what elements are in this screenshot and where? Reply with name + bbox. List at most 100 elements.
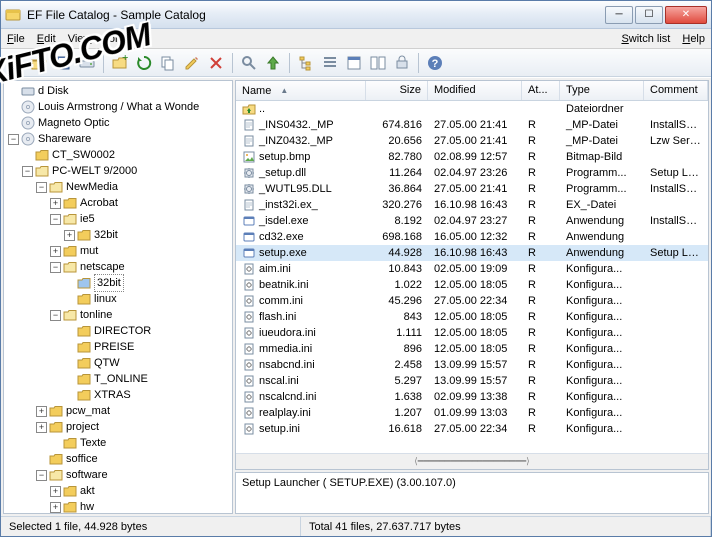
tree-node[interactable]: QTW xyxy=(8,355,232,371)
expand-icon[interactable]: + xyxy=(50,502,61,513)
tree-node[interactable]: d Disk xyxy=(8,83,232,99)
col-type[interactable]: Type xyxy=(560,81,644,100)
tree-icon[interactable] xyxy=(296,53,316,73)
menu-switch-list[interactable]: Switch list xyxy=(621,33,670,45)
file-row[interactable]: iueudora.ini1.11112.05.00 18:05RKonfigur… xyxy=(236,325,708,341)
menu-help[interactable]: Help xyxy=(682,33,705,45)
expand-icon[interactable]: + xyxy=(64,230,75,241)
collapse-icon[interactable]: − xyxy=(50,214,61,225)
list-icon[interactable] xyxy=(320,53,340,73)
collapse-icon[interactable]: − xyxy=(36,470,47,481)
open-icon[interactable] xyxy=(29,53,49,73)
file-row[interactable]: aim.ini10.84302.05.00 19:09RKonfigura... xyxy=(236,261,708,277)
close-button[interactable]: ✕ xyxy=(665,6,707,24)
expand-icon[interactable]: + xyxy=(36,406,47,417)
tree-node[interactable]: −netscape xyxy=(8,259,232,275)
floppy-icon[interactable] xyxy=(53,53,73,73)
expand-icon[interactable]: + xyxy=(36,422,47,433)
new-catalog-icon[interactable] xyxy=(5,53,25,73)
file-row[interactable]: nsabcnd.ini2.45813.09.99 15:57RKonfigura… xyxy=(236,357,708,373)
tree-node[interactable]: −Shareware xyxy=(8,131,232,147)
file-row[interactable]: realplay.ini1.20701.09.99 13:03RKonfigur… xyxy=(236,405,708,421)
horizontal-scrollbar[interactable]: ⟨━━━━━━━━━━━━━━━━━━━━⟩ xyxy=(236,453,708,469)
col-attributes[interactable]: At... xyxy=(522,81,560,100)
tree-panel[interactable]: d DiskLouis Armstrong / What a WondeMagn… xyxy=(3,80,233,514)
file-row[interactable]: nscalcnd.ini1.63802.09.99 13:38RKonfigur… xyxy=(236,389,708,405)
settings-icon[interactable] xyxy=(392,53,412,73)
tree-node[interactable]: Texte xyxy=(8,435,232,451)
delete-icon[interactable] xyxy=(206,53,226,73)
collapse-icon[interactable]: − xyxy=(22,166,33,177)
col-comment[interactable]: Comment xyxy=(644,81,708,100)
file-row[interactable]: cd32.exe698.16816.05.00 12:32RAnwendung xyxy=(236,229,708,245)
menu-options[interactable]: tions xyxy=(103,33,126,45)
file-row[interactable]: _setup.dll11.26402.04.97 23:26RProgramm.… xyxy=(236,165,708,181)
col-name[interactable]: Name▲ xyxy=(236,81,366,100)
tree-node[interactable]: linux xyxy=(8,291,232,307)
folder-icon xyxy=(63,436,77,450)
collapse-icon[interactable]: − xyxy=(50,262,61,273)
tree-node[interactable]: +project xyxy=(8,419,232,435)
view1-icon[interactable] xyxy=(344,53,364,73)
add-folder-icon[interactable]: + xyxy=(110,53,130,73)
expand-icon[interactable]: + xyxy=(50,198,61,209)
tree-node[interactable]: +mut xyxy=(8,243,232,259)
tree-node[interactable]: 32bit xyxy=(8,275,232,291)
collapse-icon[interactable]: − xyxy=(50,310,61,321)
collapse-icon[interactable]: − xyxy=(8,134,19,145)
collapse-icon[interactable]: − xyxy=(36,182,47,193)
edit-icon[interactable] xyxy=(182,53,202,73)
menu-edit[interactable]: Edit xyxy=(37,33,56,45)
tree-node[interactable]: +hw xyxy=(8,499,232,514)
tree-node[interactable]: T_ONLINE xyxy=(8,371,232,387)
drive-icon[interactable] xyxy=(77,53,97,73)
tree-node[interactable]: +32bit xyxy=(8,227,232,243)
view2-icon[interactable] xyxy=(368,53,388,73)
tree-node[interactable]: +akt xyxy=(8,483,232,499)
menu-file[interactable]: File xyxy=(7,33,25,45)
tree-node[interactable]: −software xyxy=(8,467,232,483)
file-row[interactable]: mmedia.ini89612.05.00 18:05RKonfigura... xyxy=(236,341,708,357)
expand-icon[interactable]: + xyxy=(50,246,61,257)
minimize-button[interactable]: ─ xyxy=(605,6,633,24)
tree-node[interactable]: −ie5 xyxy=(8,211,232,227)
tree-node[interactable]: PREISE xyxy=(8,339,232,355)
tree-node[interactable]: −tonline xyxy=(8,307,232,323)
tree-node[interactable]: XTRAS xyxy=(8,387,232,403)
tree-node[interactable]: DIRECTOR xyxy=(8,323,232,339)
file-row[interactable]: comm.ini45.29627.05.00 22:34RKonfigura..… xyxy=(236,293,708,309)
tree-node[interactable]: +Acrobat xyxy=(8,195,232,211)
expand-icon[interactable]: + xyxy=(50,486,61,497)
file-row[interactable]: setup.exe44.92816.10.98 16:43RAnwendungS… xyxy=(236,245,708,261)
menu-view[interactable]: View xyxy=(68,33,92,45)
file-row[interactable]: setup.bmp82.78002.08.99 12:57RBitmap-Bil… xyxy=(236,149,708,165)
file-row[interactable]: flash.ini84312.05.00 18:05RKonfigura... xyxy=(236,309,708,325)
tree-node[interactable]: +pcw_mat xyxy=(8,403,232,419)
refresh-icon[interactable] xyxy=(134,53,154,73)
maximize-button[interactable]: ☐ xyxy=(635,6,663,24)
file-row[interactable]: ..Dateiordner xyxy=(236,101,708,117)
tree-node[interactable]: Louis Armstrong / What a Wonde xyxy=(8,99,232,115)
tree-node[interactable]: −NewMedia xyxy=(8,179,232,195)
copy-icon[interactable] xyxy=(158,53,178,73)
file-row[interactable]: beatnik.ini1.02212.05.00 18:05RKonfigura… xyxy=(236,277,708,293)
file-rows[interactable]: ..Dateiordner_INS0432._MP674.81627.05.00… xyxy=(236,101,708,453)
svg-text:?: ? xyxy=(432,58,439,70)
file-row[interactable]: _WUTL95.DLL36.86427.05.00 21:41RProgramm… xyxy=(236,181,708,197)
file-row[interactable]: _INS0432._MP674.81627.05.00 21:41R_MP-Da… xyxy=(236,117,708,133)
help-icon[interactable]: ? xyxy=(425,53,445,73)
file-name: _WUTL95.DLL xyxy=(259,183,332,195)
file-row[interactable]: _INZ0432._MP20.65627.05.00 21:41R_MP-Dat… xyxy=(236,133,708,149)
file-row[interactable]: nscal.ini5.29713.09.99 15:57RKonfigura..… xyxy=(236,373,708,389)
tree-node[interactable]: CT_SW0002 xyxy=(8,147,232,163)
tree-node[interactable]: Magneto Optic xyxy=(8,115,232,131)
tree-node[interactable]: −PC-WELT 9/2000 xyxy=(8,163,232,179)
search-icon[interactable] xyxy=(239,53,259,73)
file-row[interactable]: _isdel.exe8.19202.04.97 23:27RAnwendungI… xyxy=(236,213,708,229)
file-row[interactable]: _inst32i.ex_320.27616.10.98 16:43REX_-Da… xyxy=(236,197,708,213)
col-modified[interactable]: Modified xyxy=(428,81,522,100)
tree-node[interactable]: soffice xyxy=(8,451,232,467)
file-row[interactable]: setup.ini16.61827.05.00 22:34RKonfigura.… xyxy=(236,421,708,437)
up-icon[interactable] xyxy=(263,53,283,73)
col-size[interactable]: Size xyxy=(366,81,428,100)
